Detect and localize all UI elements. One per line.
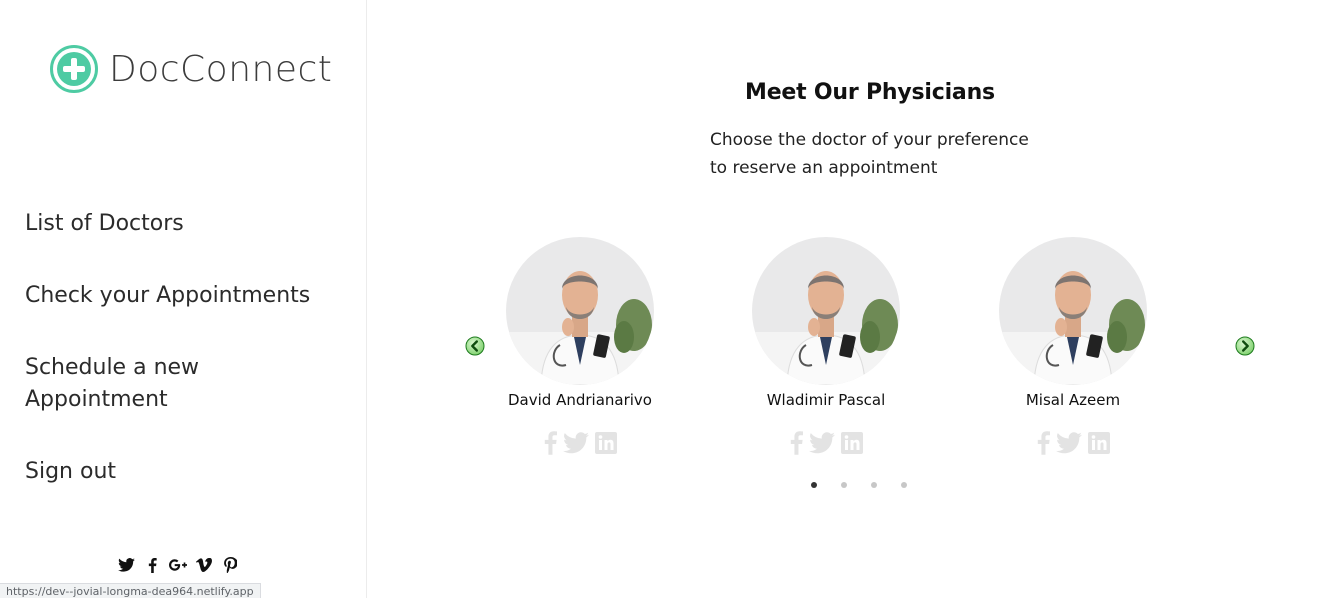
doctor-name: Wladimir Pascal [766, 391, 886, 409]
doctor-card[interactable]: Misal Azeem [973, 237, 1173, 455]
nav-check-appointments[interactable]: Check your Appointments [25, 280, 355, 312]
carousel-dot[interactable] [841, 482, 847, 488]
carousel-dot[interactable] [901, 482, 907, 488]
nav-list-of-doctors[interactable]: List of Doctors [25, 208, 355, 240]
main-content: Meet Our Physicians Choose the doctor of… [368, 0, 1344, 598]
page-title: Meet Our Physicians [745, 80, 995, 105]
linkedin-icon[interactable] [1087, 431, 1110, 455]
doctor-name: Misal Azeem [1025, 391, 1121, 409]
facebook-icon[interactable] [143, 556, 161, 574]
twitter-icon[interactable] [562, 431, 589, 455]
page-subtitle: Choose the doctor of your preference to … [710, 130, 1029, 178]
linkedin-icon[interactable] [594, 431, 617, 455]
brand-name: DocConnect [109, 48, 333, 90]
nav-sign-out[interactable]: Sign out [25, 456, 355, 488]
facebook-icon[interactable] [790, 431, 803, 455]
nav-schedule-appointment[interactable]: Schedule a new Appointment [25, 352, 225, 416]
carousel-pagination [811, 482, 907, 488]
twitter-icon[interactable] [117, 556, 135, 574]
doctor-social-links [726, 431, 926, 455]
carousel-dot[interactable] [871, 482, 877, 488]
chevron-right-icon [1235, 336, 1255, 356]
carousel-next-button[interactable] [1235, 336, 1255, 356]
doctor-social-links [973, 431, 1173, 455]
doctor-photo [506, 237, 654, 385]
doctor-card[interactable]: David Andrianarivo [480, 237, 680, 455]
sidebar-nav: List of Doctors Check your Appointments … [25, 208, 355, 528]
sidebar: DocConnect List of Doctors Check your Ap… [0, 0, 367, 598]
brand-logo[interactable]: DocConnect [49, 44, 332, 94]
doctor-card[interactable]: Wladimir Pascal [726, 237, 926, 455]
twitter-icon[interactable] [808, 431, 835, 455]
medical-cross-icon [50, 45, 98, 93]
pinterest-icon[interactable] [221, 556, 239, 574]
linkedin-icon[interactable] [840, 431, 863, 455]
status-bar-url: https://dev--jovial-longma-dea964.netlif… [0, 583, 261, 598]
doctor-photo [752, 237, 900, 385]
google-plus-icon[interactable] [169, 556, 187, 574]
carousel-dot[interactable] [811, 482, 817, 488]
facebook-icon[interactable] [544, 431, 557, 455]
vimeo-icon[interactable] [195, 556, 213, 574]
facebook-icon[interactable] [1037, 431, 1050, 455]
doctor-name: David Andrianarivo [508, 391, 652, 409]
doctor-social-links [480, 431, 680, 455]
twitter-icon[interactable] [1055, 431, 1082, 455]
sidebar-social-links [117, 556, 239, 574]
doctor-photo [999, 237, 1147, 385]
